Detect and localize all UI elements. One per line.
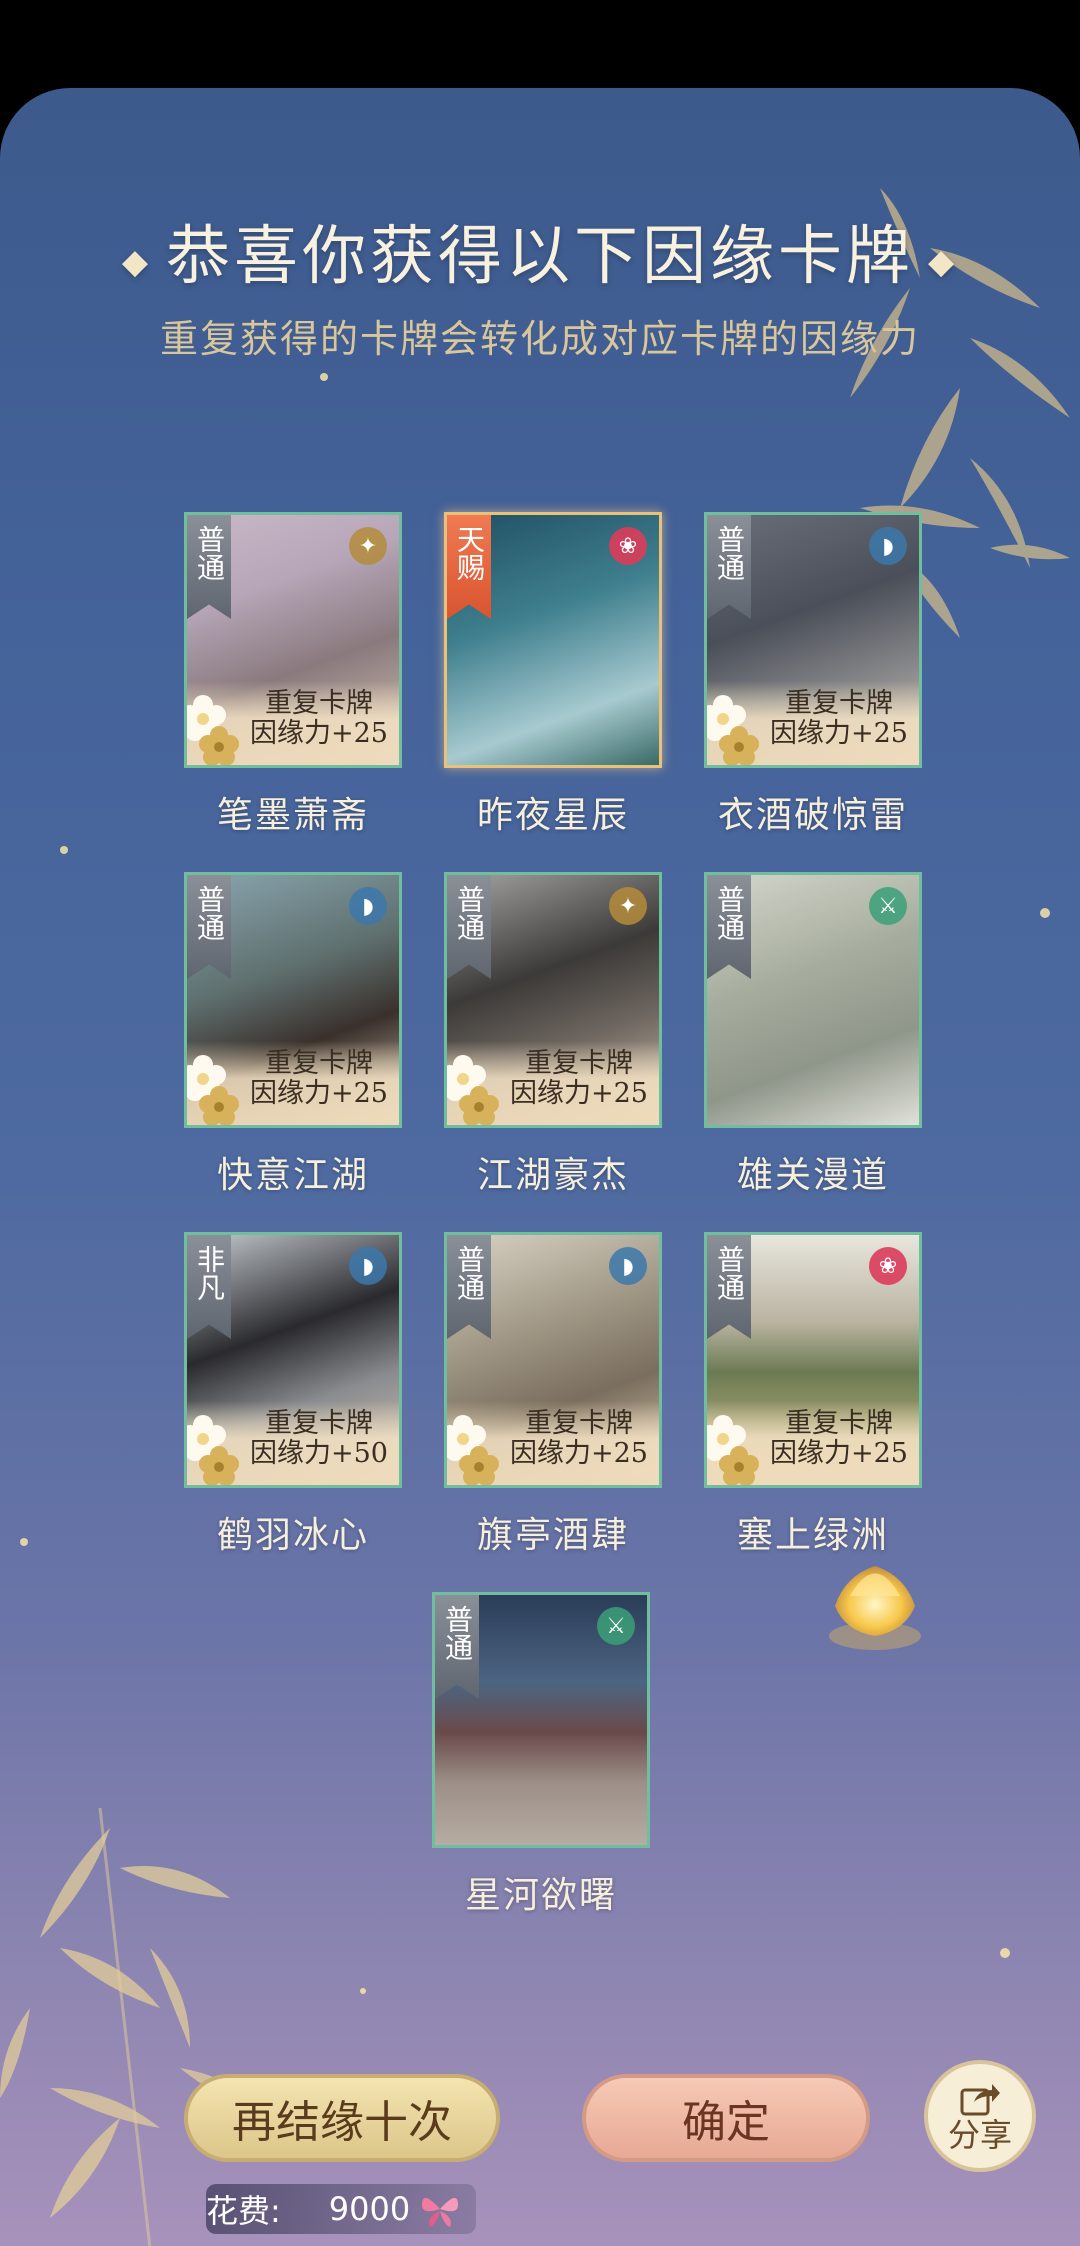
- fate-power-value: 因缘力+50: [250, 1438, 388, 1469]
- rarity-tag: 普通: [447, 1235, 491, 1339]
- page-title: ◆ 恭喜你获得以下因缘卡牌 ◆: [0, 205, 1080, 297]
- flower-badge-icon: [187, 1415, 239, 1485]
- fan-icon: ◗: [349, 1247, 387, 1285]
- flower-badge-icon: [447, 1415, 499, 1485]
- sparkle: [1040, 908, 1050, 918]
- fate-power-value: 因缘力+25: [510, 1438, 648, 1469]
- share-label: 分享: [947, 2116, 1012, 2154]
- flower-badge-icon: [707, 1415, 759, 1485]
- card-name: 雄关漫道: [736, 1155, 889, 1196]
- rarity-tag: 天赐: [447, 515, 491, 619]
- diamond-ornament-icon: ◆: [121, 241, 152, 282]
- sparkle: [20, 1538, 28, 1546]
- card-2[interactable]: 天赐 ❀: [444, 512, 662, 768]
- fan-icon: ◗: [609, 1247, 647, 1285]
- fan-icon: ◗: [869, 527, 907, 565]
- diamond-ornament-icon: ◆: [928, 241, 959, 282]
- flower-badge-icon: [447, 1055, 499, 1125]
- rarity-tag: 非凡: [187, 1235, 231, 1339]
- rarity-tag: 普通: [707, 515, 751, 619]
- plum-blossom-icon: ❀: [869, 1247, 907, 1285]
- card-7[interactable]: 非凡 ◗ 重复卡牌 因缘力+50: [184, 1232, 402, 1488]
- duplicate-label: 重复卡牌: [525, 1408, 633, 1439]
- card-name: 昨夜星辰: [476, 795, 629, 836]
- rarity-tag: 普通: [187, 875, 231, 979]
- fate-power-value: 因缘力+25: [510, 1078, 648, 1109]
- card-6[interactable]: 普通 ⚔: [704, 872, 922, 1128]
- card-name: 鹤羽冰心: [216, 1515, 369, 1556]
- page-subtitle: 重复获得的卡牌会转化成对应卡牌的因缘力: [159, 317, 920, 361]
- cost-amount: 9000: [328, 2190, 411, 2228]
- fate-power-value: 因缘力+25: [250, 1078, 388, 1109]
- flower-badge-icon: [187, 1055, 239, 1125]
- card-10[interactable]: 普通 ⚔: [432, 1592, 650, 1848]
- rarity-tag: 普通: [435, 1595, 479, 1699]
- duplicate-label: 重复卡牌: [785, 688, 893, 719]
- duplicate-info: 重复卡牌 因缘力+25: [239, 689, 399, 749]
- plum-blossom-icon: ❀: [609, 527, 647, 565]
- bamboo-decoration-icon: [0, 1807, 290, 2246]
- rarity-tag: 普通: [707, 1235, 751, 1339]
- card-name: 江湖豪杰: [476, 1155, 629, 1196]
- sparkle: [1000, 1948, 1010, 1958]
- card-name: 塞上绿洲: [736, 1515, 889, 1556]
- sparkle: [360, 1988, 366, 1994]
- confirm-button[interactable]: 确定: [582, 2074, 870, 2162]
- share-button[interactable]: 分享: [924, 2060, 1036, 2172]
- card-3[interactable]: 普通 ◗ 重复卡牌 因缘力+25: [704, 512, 922, 768]
- share-icon: [960, 2084, 1000, 2116]
- fan-icon: ◗: [349, 887, 387, 925]
- rarity-tag: 普通: [187, 515, 231, 619]
- gold-coin-icon: ✦: [609, 887, 647, 925]
- duplicate-label: 重复卡牌: [265, 1408, 373, 1439]
- butterfly-currency-icon: [422, 2197, 459, 2227]
- duplicate-info: 重复卡牌 因缘力+50: [239, 1409, 399, 1469]
- sword-icon: ⚔: [597, 1607, 635, 1645]
- draw-again-button[interactable]: 再结缘十次: [184, 2074, 500, 2162]
- card-name: 星河欲曙: [464, 1875, 617, 1916]
- duplicate-label: 重复卡牌: [265, 1048, 373, 1079]
- duplicate-info: 重复卡牌 因缘力+25: [759, 689, 919, 749]
- card-name: 快意江湖: [216, 1155, 369, 1196]
- fate-power-value: 因缘力+25: [770, 1438, 908, 1469]
- rarity-tag: 普通: [447, 875, 491, 979]
- card-name: 衣酒破惊雷: [717, 795, 908, 836]
- duplicate-info: 重复卡牌 因缘力+25: [759, 1409, 919, 1469]
- cost-label: 花费:: [206, 2192, 281, 2230]
- card-1[interactable]: 普通 ✦ 重复卡牌 因缘力+25: [184, 512, 402, 768]
- gold-coin-icon: ✦: [349, 527, 387, 565]
- cost-bar: 花费: 9000: [206, 2184, 476, 2234]
- title-text: 恭喜你获得以下因缘卡牌: [166, 220, 914, 294]
- fate-power-value: 因缘力+25: [770, 718, 908, 749]
- card-4[interactable]: 普通 ◗ 重复卡牌 因缘力+25: [184, 872, 402, 1128]
- flower-badge-icon: [187, 695, 239, 765]
- card-5[interactable]: 普通 ✦ 重复卡牌 因缘力+25: [444, 872, 662, 1128]
- duplicate-info: 重复卡牌 因缘力+25: [499, 1049, 659, 1109]
- duplicate-info: 重复卡牌 因缘力+25: [499, 1409, 659, 1469]
- duplicate-label: 重复卡牌: [265, 688, 373, 719]
- sparkle: [320, 373, 328, 381]
- rarity-tag: 普通: [707, 875, 751, 979]
- sparkle: [60, 846, 68, 854]
- fate-power-value: 因缘力+25: [250, 718, 388, 749]
- duplicate-label: 重复卡牌: [785, 1408, 893, 1439]
- card-9[interactable]: 普通 ❀ 重复卡牌 因缘力+25: [704, 1232, 922, 1488]
- sword-icon: ⚔: [869, 887, 907, 925]
- card-name: 旗亭酒肆: [476, 1515, 629, 1556]
- duplicate-label: 重复卡牌: [525, 1048, 633, 1079]
- duplicate-info: 重复卡牌 因缘力+25: [239, 1049, 399, 1109]
- card-name: 笔墨萧斋: [216, 795, 369, 836]
- card-8[interactable]: 普通 ◗ 重复卡牌 因缘力+25: [444, 1232, 662, 1488]
- flower-badge-icon: [707, 695, 759, 765]
